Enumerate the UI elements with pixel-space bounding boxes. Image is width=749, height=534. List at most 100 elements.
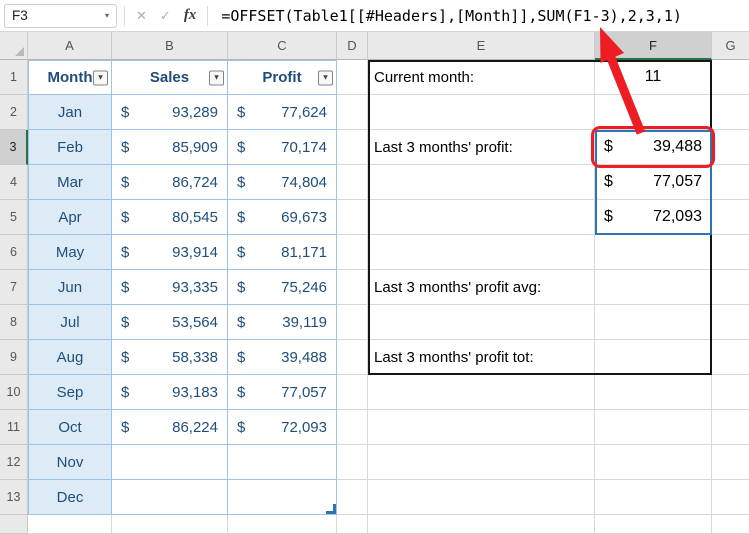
table-header-sales[interactable]: Sales ▾ xyxy=(112,60,228,95)
cell[interactable] xyxy=(712,305,749,340)
cell[interactable] xyxy=(112,515,228,534)
cell[interactable] xyxy=(337,480,368,515)
cancel-icon[interactable]: ✕ xyxy=(136,8,147,24)
table-header-profit[interactable]: Profit ▾ xyxy=(228,60,337,95)
month-cell[interactable]: Mar xyxy=(28,165,112,200)
cell[interactable] xyxy=(595,235,712,270)
column-header-d[interactable]: D xyxy=(337,32,368,60)
sales-cell[interactable]: $85,909 xyxy=(112,130,228,165)
profit-cell[interactable]: $72,093 xyxy=(228,410,337,445)
month-cell[interactable]: Feb xyxy=(28,130,112,165)
spill-cell-f5[interactable]: $72,093 xyxy=(595,200,712,235)
sales-cell[interactable]: $53,564 xyxy=(112,305,228,340)
cell[interactable] xyxy=(337,515,368,534)
cell[interactable] xyxy=(595,445,712,480)
cell[interactable] xyxy=(368,375,595,410)
month-cell[interactable]: Jun xyxy=(28,270,112,305)
profit-cell[interactable]: $70,174 xyxy=(228,130,337,165)
month-cell[interactable]: Jan xyxy=(28,95,112,130)
cell[interactable] xyxy=(712,130,749,165)
cell[interactable] xyxy=(337,235,368,270)
cell[interactable] xyxy=(337,130,368,165)
row-header-3[interactable]: 3 xyxy=(0,130,28,165)
row-header-12[interactable]: 12 xyxy=(0,445,28,480)
row-header-9[interactable]: 9 xyxy=(0,340,28,375)
cell[interactable] xyxy=(595,270,712,305)
sales-cell[interactable]: $93,289 xyxy=(112,95,228,130)
cell[interactable] xyxy=(368,480,595,515)
cell[interactable] xyxy=(337,340,368,375)
month-cell[interactable]: Nov xyxy=(28,445,112,480)
profit-cell[interactable]: $74,804 xyxy=(228,165,337,200)
cell[interactable] xyxy=(368,445,595,480)
cell[interactable] xyxy=(595,480,712,515)
row-header-13[interactable]: 13 xyxy=(0,480,28,515)
month-cell[interactable]: Oct xyxy=(28,410,112,445)
cell[interactable] xyxy=(112,480,228,515)
sales-cell[interactable]: $93,183 xyxy=(112,375,228,410)
current-month-value-cell[interactable]: 11 xyxy=(595,60,712,95)
chevron-down-icon[interactable]: ▾ xyxy=(105,11,109,20)
select-all-button[interactable] xyxy=(0,32,28,60)
selected-cell-f3[interactable]: $39,488 xyxy=(595,130,712,165)
cell[interactable] xyxy=(595,95,712,130)
cell[interactable] xyxy=(712,410,749,445)
cell[interactable] xyxy=(712,515,749,534)
sales-cell[interactable]: $93,914 xyxy=(112,235,228,270)
profit-cell[interactable]: $77,057 xyxy=(228,375,337,410)
sales-cell[interactable]: $86,724 xyxy=(112,165,228,200)
cell[interactable] xyxy=(712,445,749,480)
cell[interactable] xyxy=(368,235,595,270)
cell[interactable] xyxy=(368,410,595,445)
cell[interactable] xyxy=(28,515,112,534)
month-cell[interactable]: May xyxy=(28,235,112,270)
filter-button-sales[interactable]: ▾ xyxy=(209,70,224,85)
cell[interactable] xyxy=(228,445,337,480)
cell[interactable] xyxy=(712,60,749,95)
filter-button-profit[interactable]: ▾ xyxy=(318,70,333,85)
profit-cell[interactable]: $75,246 xyxy=(228,270,337,305)
cell[interactable] xyxy=(712,200,749,235)
sales-cell[interactable]: $86,224 xyxy=(112,410,228,445)
column-header-g[interactable]: G xyxy=(712,32,749,60)
cell[interactable] xyxy=(712,235,749,270)
row-header-6[interactable]: 6 xyxy=(0,235,28,270)
cell[interactable] xyxy=(337,60,368,95)
row-header-10[interactable]: 10 xyxy=(0,375,28,410)
cell[interactable] xyxy=(368,165,595,200)
insert-function-icon[interactable]: fx xyxy=(184,7,197,24)
profit-cell[interactable]: $39,488 xyxy=(228,340,337,375)
cell[interactable] xyxy=(595,305,712,340)
column-header-e[interactable]: E xyxy=(368,32,595,60)
spill-cell-f4[interactable]: $77,057 xyxy=(595,165,712,200)
profit-cell[interactable]: $81,171 xyxy=(228,235,337,270)
cell[interactable] xyxy=(595,515,712,534)
cell[interactable] xyxy=(337,375,368,410)
column-header-a[interactable]: A xyxy=(28,32,112,60)
cell[interactable] xyxy=(712,375,749,410)
cell[interactable] xyxy=(368,305,595,340)
cell[interactable] xyxy=(368,515,595,534)
cell[interactable] xyxy=(595,410,712,445)
tot-label-cell[interactable]: Last 3 months' profit tot: xyxy=(368,340,595,375)
row-header-8[interactable]: 8 xyxy=(0,305,28,340)
current-month-label-cell[interactable]: Current month: xyxy=(368,60,595,95)
cell[interactable] xyxy=(337,165,368,200)
sales-cell[interactable]: $58,338 xyxy=(112,340,228,375)
row-header-1[interactable]: 1 xyxy=(0,60,28,95)
cell[interactable] xyxy=(337,305,368,340)
cell[interactable] xyxy=(228,515,337,534)
row-header-7[interactable]: 7 xyxy=(0,270,28,305)
row-header-partial[interactable] xyxy=(0,515,28,534)
column-header-c[interactable]: C xyxy=(228,32,337,60)
cell[interactable] xyxy=(337,95,368,130)
profit-cell[interactable]: $77,624 xyxy=(228,95,337,130)
sales-cell[interactable]: $93,335 xyxy=(112,270,228,305)
cell[interactable] xyxy=(595,375,712,410)
cell[interactable] xyxy=(595,340,712,375)
cell[interactable] xyxy=(368,95,595,130)
enter-icon[interactable]: ✓ xyxy=(160,8,171,24)
cell[interactable] xyxy=(712,165,749,200)
table-resize-handle[interactable] xyxy=(228,480,337,515)
month-cell[interactable]: Apr xyxy=(28,200,112,235)
